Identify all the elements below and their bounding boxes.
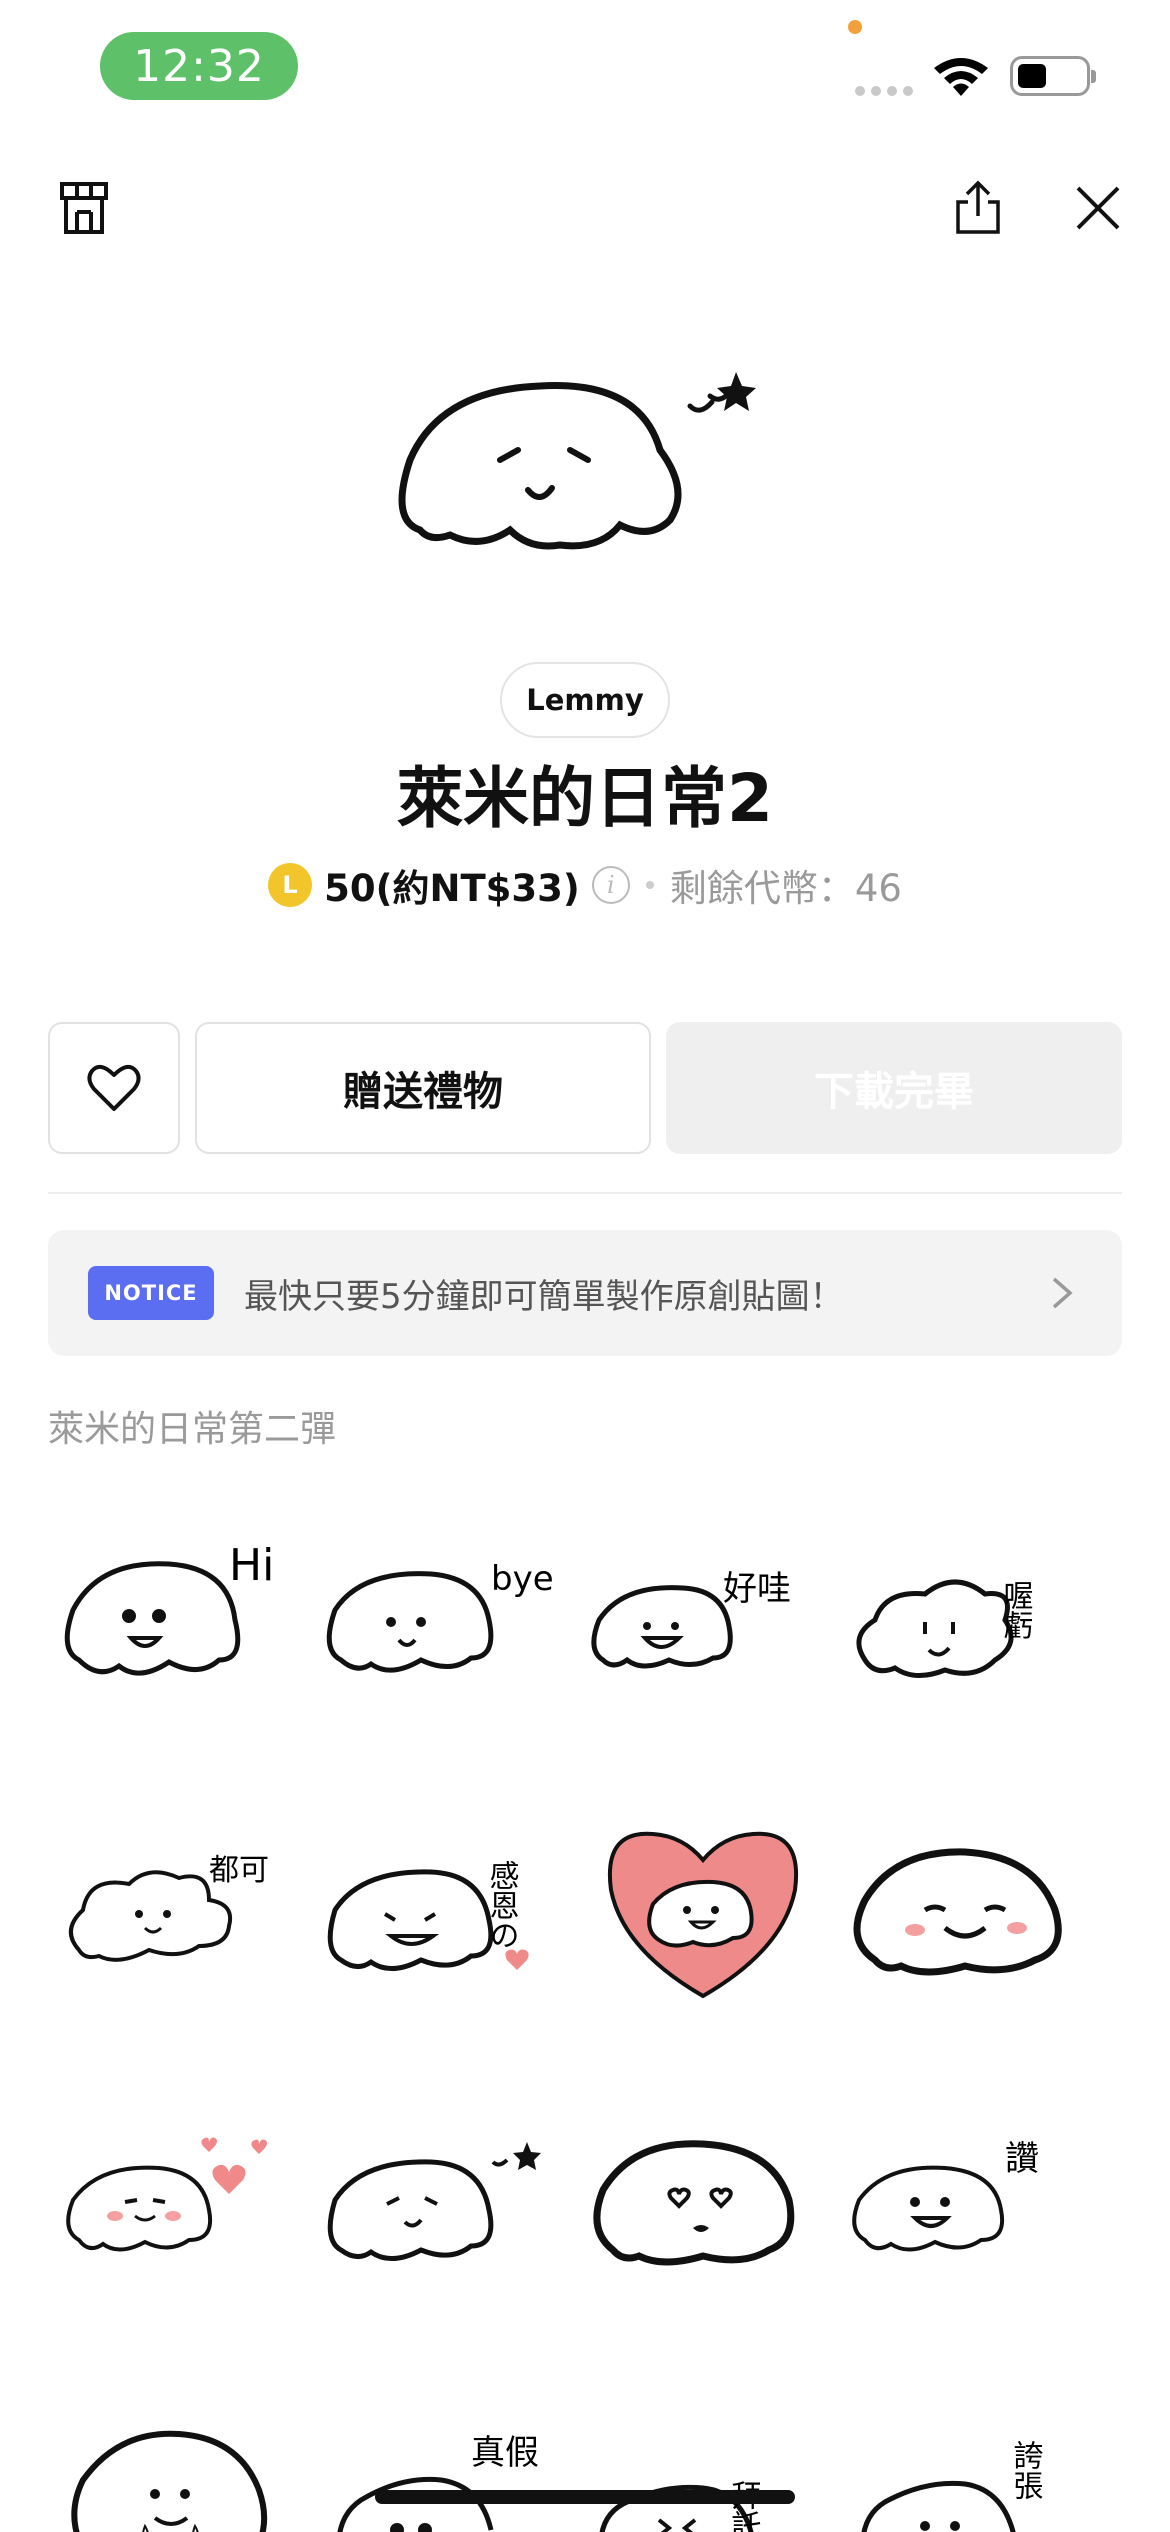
sticker-image: 感恩の	[327, 1860, 529, 1971]
coin-balance: 剩餘代幣：46	[669, 867, 902, 910]
share-icon	[956, 180, 1000, 234]
sticker-caption: bye	[491, 1559, 554, 1599]
sticker-image: 都可	[69, 1853, 269, 1962]
sticker-image: 誇張	[861, 2440, 1043, 2532]
sticker-caption: 喔虧	[998, 1580, 1034, 1640]
sticker-image: 好哇	[591, 1569, 791, 1669]
wifi-icon	[934, 58, 988, 96]
sticker-image	[327, 2142, 541, 2261]
favorite-button[interactable]	[48, 1022, 180, 1154]
sticker-caption: 感恩の	[484, 1860, 519, 1950]
sticker-description: 萊米的日常第二彈	[48, 1409, 337, 1450]
download-button[interactable]: 下載完畢	[666, 1022, 1122, 1154]
status-bar: 12:32	[0, 0, 1170, 140]
product-title: 萊米的日常2	[397, 760, 773, 837]
separator-dot	[645, 881, 654, 889]
sticker-caption: 好哇	[723, 1569, 791, 1609]
close-button[interactable]	[1058, 168, 1138, 248]
sticker-item[interactable]: 好哇	[572, 1480, 834, 1740]
sticker-item[interactable]: 都可	[48, 1770, 310, 2030]
sticker-image: 喔虧	[856, 1579, 1034, 1678]
shop-icon	[60, 182, 108, 234]
close-icon	[1076, 186, 1120, 230]
sticker-image	[853, 1848, 1062, 1976]
sticker-caption: 真假	[471, 2433, 539, 2473]
sticker-item[interactable]: 感恩の	[310, 1770, 572, 2030]
heart-icon	[87, 1064, 141, 1111]
sticker-image	[607, 1831, 799, 1999]
sticker-item[interactable]	[310, 2060, 572, 2320]
sticker-image: 拜託	[599, 2480, 761, 2532]
sticker-item[interactable]	[48, 2060, 310, 2320]
sticker-item[interactable]	[834, 1770, 1096, 2030]
sticker-item[interactable]: bye	[310, 1480, 572, 1740]
sticker-image	[66, 2137, 267, 2252]
sticker-caption: Hi	[229, 1540, 274, 1591]
main-sticker-image	[398, 372, 756, 550]
sticker-item[interactable]: Hi	[48, 1480, 310, 1740]
notice-badge: NOTICE	[88, 1266, 214, 1320]
status-time: 12:32	[100, 32, 298, 100]
cellular-signal-icon	[855, 86, 913, 96]
price-row: L 50(約NT$33) i 剩餘代幣：46	[0, 855, 1170, 915]
chevron-right-icon	[1032, 1263, 1092, 1323]
price-label: 50(約NT$33)	[324, 867, 580, 910]
section-divider	[48, 1192, 1122, 1194]
notice-text: 最快只要5分鐘即可簡單製作原創貼圖！	[244, 1276, 844, 1317]
sticker-image: bye	[326, 1559, 554, 1673]
sticker-item[interactable]: 真假	[310, 2350, 572, 2532]
gift-button[interactable]: 贈送禮物	[195, 1022, 651, 1154]
coin-icon: L	[268, 863, 313, 907]
sticker-item[interactable]	[48, 2350, 310, 2532]
home-indicator[interactable]	[375, 2490, 795, 2504]
battery-icon	[1010, 56, 1096, 96]
sticker-image: 讚	[852, 2139, 1039, 2252]
sticker-caption: 讚	[1005, 2139, 1039, 2179]
sticker-item[interactable]	[572, 1770, 834, 2030]
sticker-image	[593, 2140, 795, 2266]
notice-banner[interactable]: NOTICE 最快只要5分鐘即可簡單製作原創貼圖！	[48, 1230, 1122, 1356]
sticker-item[interactable]: 誇張	[834, 2350, 1096, 2532]
sticker-item[interactable]: 讚	[834, 2060, 1096, 2320]
sticker-image: 真假	[337, 2433, 539, 2532]
sticker-caption: 誇張	[1008, 2440, 1043, 2500]
sticker-item[interactable]: 拜託	[572, 2350, 834, 2532]
sticker-item[interactable]	[572, 2060, 834, 2320]
sticker-caption: 拜託	[726, 2480, 761, 2532]
sticker-image	[71, 2430, 268, 2532]
share-button[interactable]	[938, 168, 1018, 248]
sticker-item[interactable]: 喔虧	[834, 1480, 1096, 1740]
author-chip[interactable]: Lemmy	[500, 662, 670, 738]
sticker-image: Hi	[64, 1540, 274, 1676]
shop-button[interactable]	[44, 168, 124, 248]
info-icon[interactable]: i	[591, 866, 630, 904]
sticker-caption: 都可	[209, 1853, 269, 1888]
privacy-indicator-dot	[848, 20, 862, 34]
